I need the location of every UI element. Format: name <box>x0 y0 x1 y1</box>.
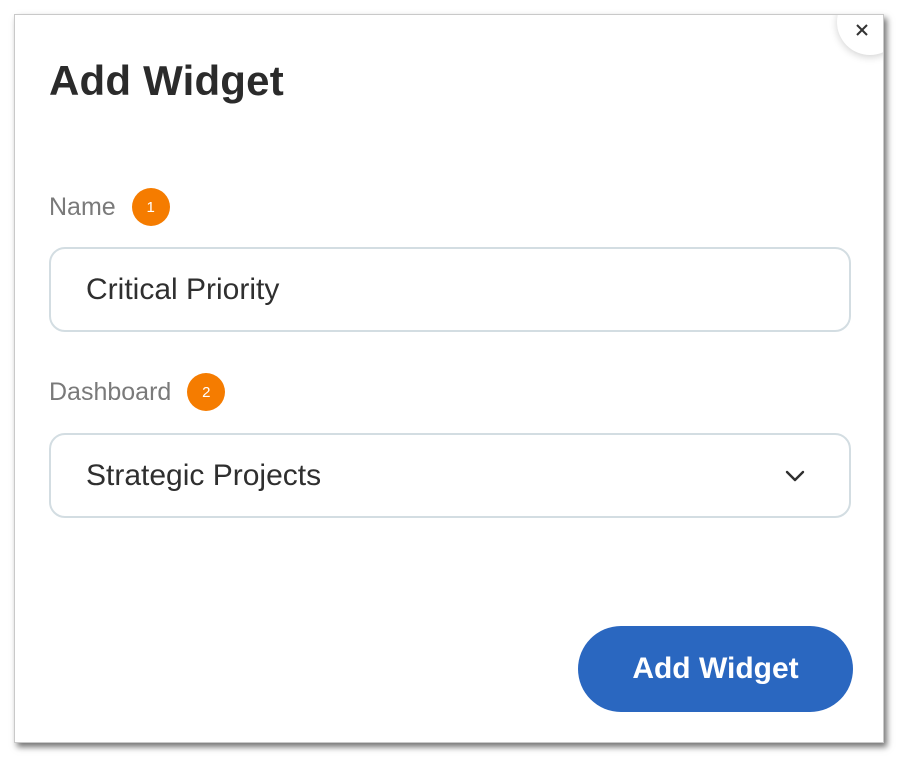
chevron-down-icon <box>785 470 805 482</box>
dashboard-label-row: Dashboard 2 <box>49 373 226 411</box>
step-badge-2: 2 <box>187 373 226 411</box>
name-label: Name <box>49 192 116 221</box>
dialog-title: Add Widget <box>49 57 284 104</box>
add-widget-dialog: Add Widget Name 1 Critical Priority Dash… <box>14 14 884 743</box>
dashboard-label: Dashboard <box>49 377 172 406</box>
name-input[interactable]: Critical Priority <box>49 247 851 332</box>
dashboard-select-value: Strategic Projects <box>86 458 322 492</box>
step-badge-1: 1 <box>131 188 170 226</box>
name-input-value: Critical Priority <box>86 272 280 306</box>
add-widget-button[interactable]: Add Widget <box>578 626 853 712</box>
close-icon <box>856 24 868 36</box>
close-button[interactable] <box>837 15 883 55</box>
dashboard-select[interactable]: Strategic Projects <box>49 433 851 518</box>
name-label-row: Name 1 <box>49 188 170 226</box>
